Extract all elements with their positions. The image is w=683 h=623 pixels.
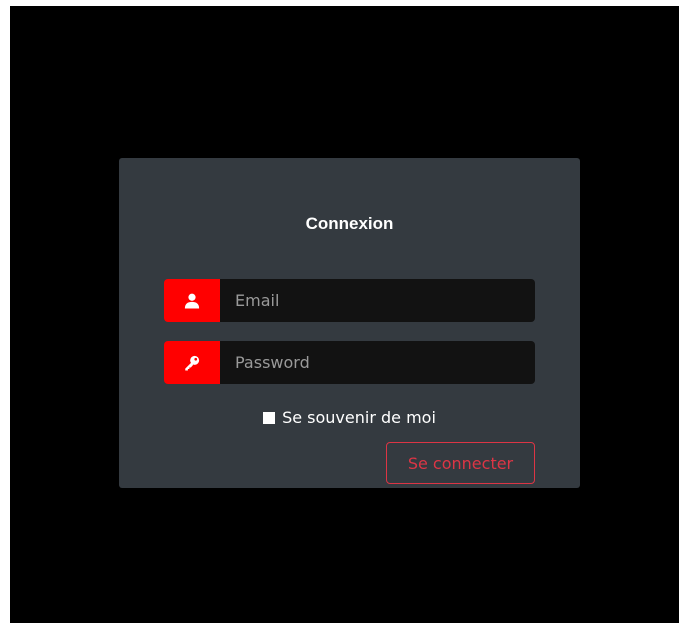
key-icon <box>164 341 220 384</box>
login-button[interactable]: Se connecter <box>386 442 535 484</box>
email-input[interactable] <box>220 279 535 322</box>
password-input[interactable] <box>220 341 535 384</box>
remember-me-label[interactable]: Se souvenir de moi <box>282 408 436 427</box>
user-icon <box>164 279 220 322</box>
login-card: Connexion Se souvenir de m <box>119 158 580 488</box>
remember-me-checkbox[interactable] <box>263 411 276 424</box>
remember-me: Se souvenir de moi <box>119 408 580 427</box>
password-input-group <box>164 341 535 384</box>
login-title: Connexion <box>305 214 394 233</box>
page-background: Connexion Se souvenir de m <box>10 6 679 623</box>
email-input-group <box>164 279 535 322</box>
